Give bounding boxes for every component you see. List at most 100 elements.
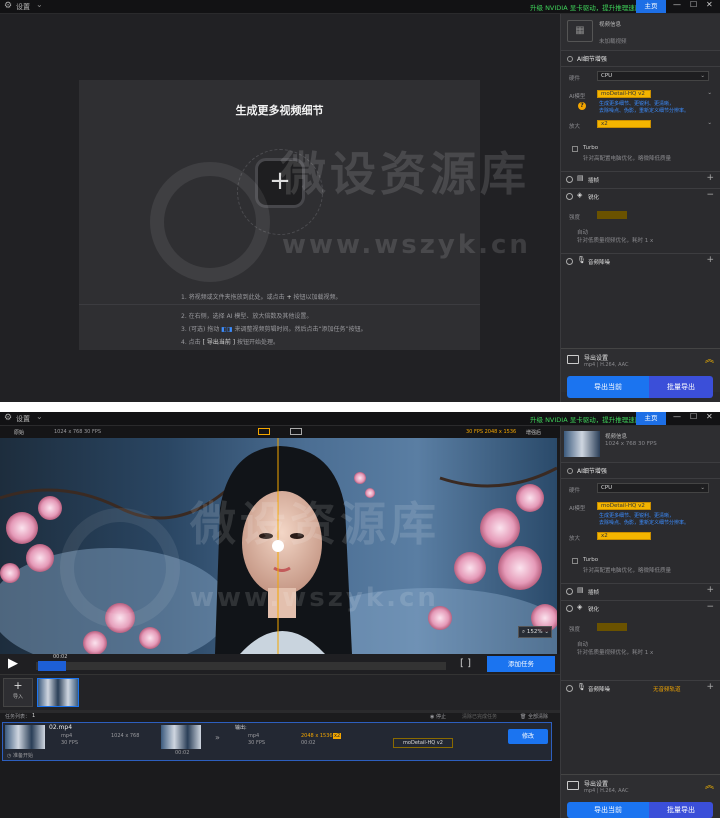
export-title: 导出设置 — [584, 781, 609, 788]
preview-area: 生成更多视频细节 + 1. 将视频或文件夹拖放到此处。或点击 + 按钮以加载视频… — [0, 14, 560, 402]
task-input-thumb — [5, 725, 45, 749]
sharpen-icon: ◈ — [577, 191, 583, 199]
chevron-down-icon[interactable]: ⌄ — [36, 0, 43, 9]
drop-zone-title: 生成更多视频细节 — [235, 104, 324, 117]
maximize-icon[interactable]: ☐ — [690, 0, 697, 9]
task-card[interactable]: 02.mp4 mp4 1024 x 768 30 FPS 00:02 » 输出:… — [2, 722, 552, 761]
strength-label: 强度 — [569, 215, 581, 221]
turbo-desc: 针对高配置电脑优化，略微降低质量 — [583, 156, 672, 162]
model-select[interactable]: moDetail-HQ v2 — [597, 502, 651, 510]
frame-interp-row[interactable]: ▤ 插帧 + — [561, 585, 720, 599]
clear-all-button[interactable]: 🗑 全部清除 — [520, 713, 548, 720]
video-info: 视频信息 1024 x 768 30 FPS — [561, 426, 720, 462]
clear-done-button[interactable]: 清除已完成任务 — [462, 713, 497, 720]
model-select[interactable]: moDetail-HQ v2 — [597, 90, 651, 98]
plus-icon: + — [13, 679, 23, 692]
play-icon[interactable]: ▶ — [8, 656, 18, 671]
hardware-select[interactable]: CPU ⌄ — [597, 71, 709, 81]
auto-label: 自动 — [577, 642, 589, 648]
chevron-down-icon[interactable]: ⌄ — [36, 412, 43, 421]
playback-controls: ▶ 00:02 [ ] 添加任务 — [0, 654, 560, 674]
auto-label: 自动 — [577, 230, 589, 236]
task-model-tag: moDetail-HQ v2 — [393, 738, 453, 748]
help-icon[interactable]: ? — [578, 102, 586, 110]
stop-button[interactable]: ◉ 停止 — [430, 713, 446, 720]
hardware-label: 硬件 — [569, 488, 581, 494]
titlebar: ⚙ 设置 ⌄ 升级 NVIDIA 显卡驱动，提升推理速度。 主页 — ☐ ✕ — [0, 0, 720, 14]
ai-enhance-header[interactable]: AI细节增强 — [567, 466, 607, 475]
scale-select[interactable]: x2 — [597, 532, 651, 540]
ai-enhance-header[interactable]: AI细节增强 — [567, 54, 607, 63]
task-file-name: 02.mp4 — [49, 724, 73, 731]
driver-upgrade-link[interactable]: 升级 NVIDIA 显卡驱动，提升推理速度。 — [530, 2, 648, 12]
model-caret[interactable]: ⌄ — [707, 90, 712, 96]
minimize-icon[interactable]: — — [673, 0, 681, 9]
settings-label[interactable]: 设置 — [16, 414, 30, 424]
turbo-desc: 针对高配置电脑优化，略微降低质量 — [583, 568, 672, 574]
export-current-button[interactable]: 导出当前 — [567, 376, 649, 398]
turbo-label: Turbo — [583, 145, 599, 151]
original-res: 1024 x 768 30 FPS — [54, 429, 102, 435]
split-view-icon[interactable] — [258, 428, 270, 435]
scale-caret[interactable]: ⌄ — [707, 120, 712, 126]
arrow-icon: » — [215, 733, 220, 742]
close-icon[interactable]: ✕ — [706, 412, 713, 421]
batch-export-button[interactable]: 批量导出 — [649, 802, 713, 818]
divider — [561, 680, 720, 681]
import-button[interactable]: + 导入 — [3, 678, 33, 707]
sharpen-row[interactable]: ◈ 锐化 − — [561, 602, 720, 616]
driver-upgrade-link[interactable]: 升级 NVIDIA 显卡驱动，提升推理速度。 — [530, 414, 648, 424]
in-duration: 00:02 — [175, 750, 190, 756]
turbo-label: Turbo — [583, 557, 599, 563]
out-fps: 30 FPS — [248, 740, 266, 746]
scale-label: 放大 — [569, 124, 581, 130]
in-format: mp4 — [61, 733, 73, 739]
sharpen-desc: 针对低质量视频优化，耗时 1 x — [577, 650, 654, 656]
zoom-select[interactable]: ⌕ 152% ⌄ — [518, 626, 552, 638]
add-task-button[interactable]: 添加任务 — [487, 656, 555, 672]
trim-brackets-icon[interactable]: [ ] — [460, 658, 471, 669]
add-video-button[interactable]: + — [255, 158, 305, 208]
hardware-select[interactable]: CPU ⌄ — [597, 483, 709, 493]
timeline-track[interactable] — [36, 662, 446, 670]
chevrons-up-icon[interactable]: ︽ — [705, 352, 714, 365]
export-current-button[interactable]: 导出当前 — [567, 802, 649, 818]
gear-icon[interactable]: ⚙ — [4, 413, 12, 423]
turbo-checkbox[interactable] — [572, 146, 578, 152]
divider — [561, 583, 720, 584]
turbo-checkbox[interactable] — [572, 558, 578, 564]
step-3: 3. (可选) 拖动 ◧◨ 来调整视频剪辑时间。然后点击“添加任务”按钮。 — [181, 326, 367, 333]
side-by-side-icon[interactable] — [290, 428, 302, 435]
home-button[interactable]: 主页 — [636, 0, 666, 13]
frame-interp-row[interactable]: ▤ 插帧 + — [561, 173, 720, 187]
out-scale-badge: x2 — [333, 733, 342, 739]
clip-range[interactable] — [38, 661, 66, 671]
settings-label[interactable]: 设置 — [16, 2, 30, 12]
edit-task-button[interactable]: 修改 — [508, 729, 548, 744]
strength-slider[interactable] — [597, 211, 627, 219]
divider — [561, 600, 720, 601]
batch-export-button[interactable]: 批量导出 — [649, 376, 713, 398]
maximize-icon[interactable]: ☐ — [690, 412, 697, 421]
main-window-loaded: ⚙ 设置 ⌄ 升级 NVIDIA 显卡驱动，提升推理速度。 主页 — ☐ ✕ 原… — [0, 412, 720, 818]
audio-denoise-row[interactable]: 🎙 音频降噪 + — [561, 255, 720, 269]
export-title: 导出设置 — [584, 355, 609, 362]
divider — [79, 304, 480, 305]
gear-icon[interactable]: ⚙ — [4, 1, 12, 11]
close-icon[interactable]: ✕ — [706, 0, 713, 9]
sharpen-row[interactable]: ◈ 锐化 − — [561, 190, 720, 204]
drop-zone[interactable]: 生成更多视频细节 + 1. 将视频或文件夹拖放到此处。或点击 + 按钮以加载视频… — [79, 80, 480, 350]
model-label: AI模型 — [569, 506, 586, 512]
chevrons-up-icon[interactable]: ︽ — [705, 778, 714, 791]
task-count: 1 — [32, 713, 36, 719]
media-thumbnail[interactable] — [37, 678, 79, 707]
scale-select[interactable]: x2 — [597, 120, 651, 128]
media-strip: + 导入 — [0, 674, 560, 710]
strength-slider[interactable] — [597, 623, 627, 631]
model-desc-2: 去除噪点、伪影，重新定义细节分辨率。 — [599, 108, 690, 114]
home-button[interactable]: 主页 — [636, 412, 666, 425]
minimize-icon[interactable]: — — [673, 412, 681, 421]
divider — [561, 188, 720, 189]
audio-denoise-row[interactable]: 🎙 音频降噪 + — [561, 682, 720, 696]
video-preview[interactable]: 微设资源库 www.wszyk.cn ⌕ 152% ⌄ — [0, 438, 557, 654]
